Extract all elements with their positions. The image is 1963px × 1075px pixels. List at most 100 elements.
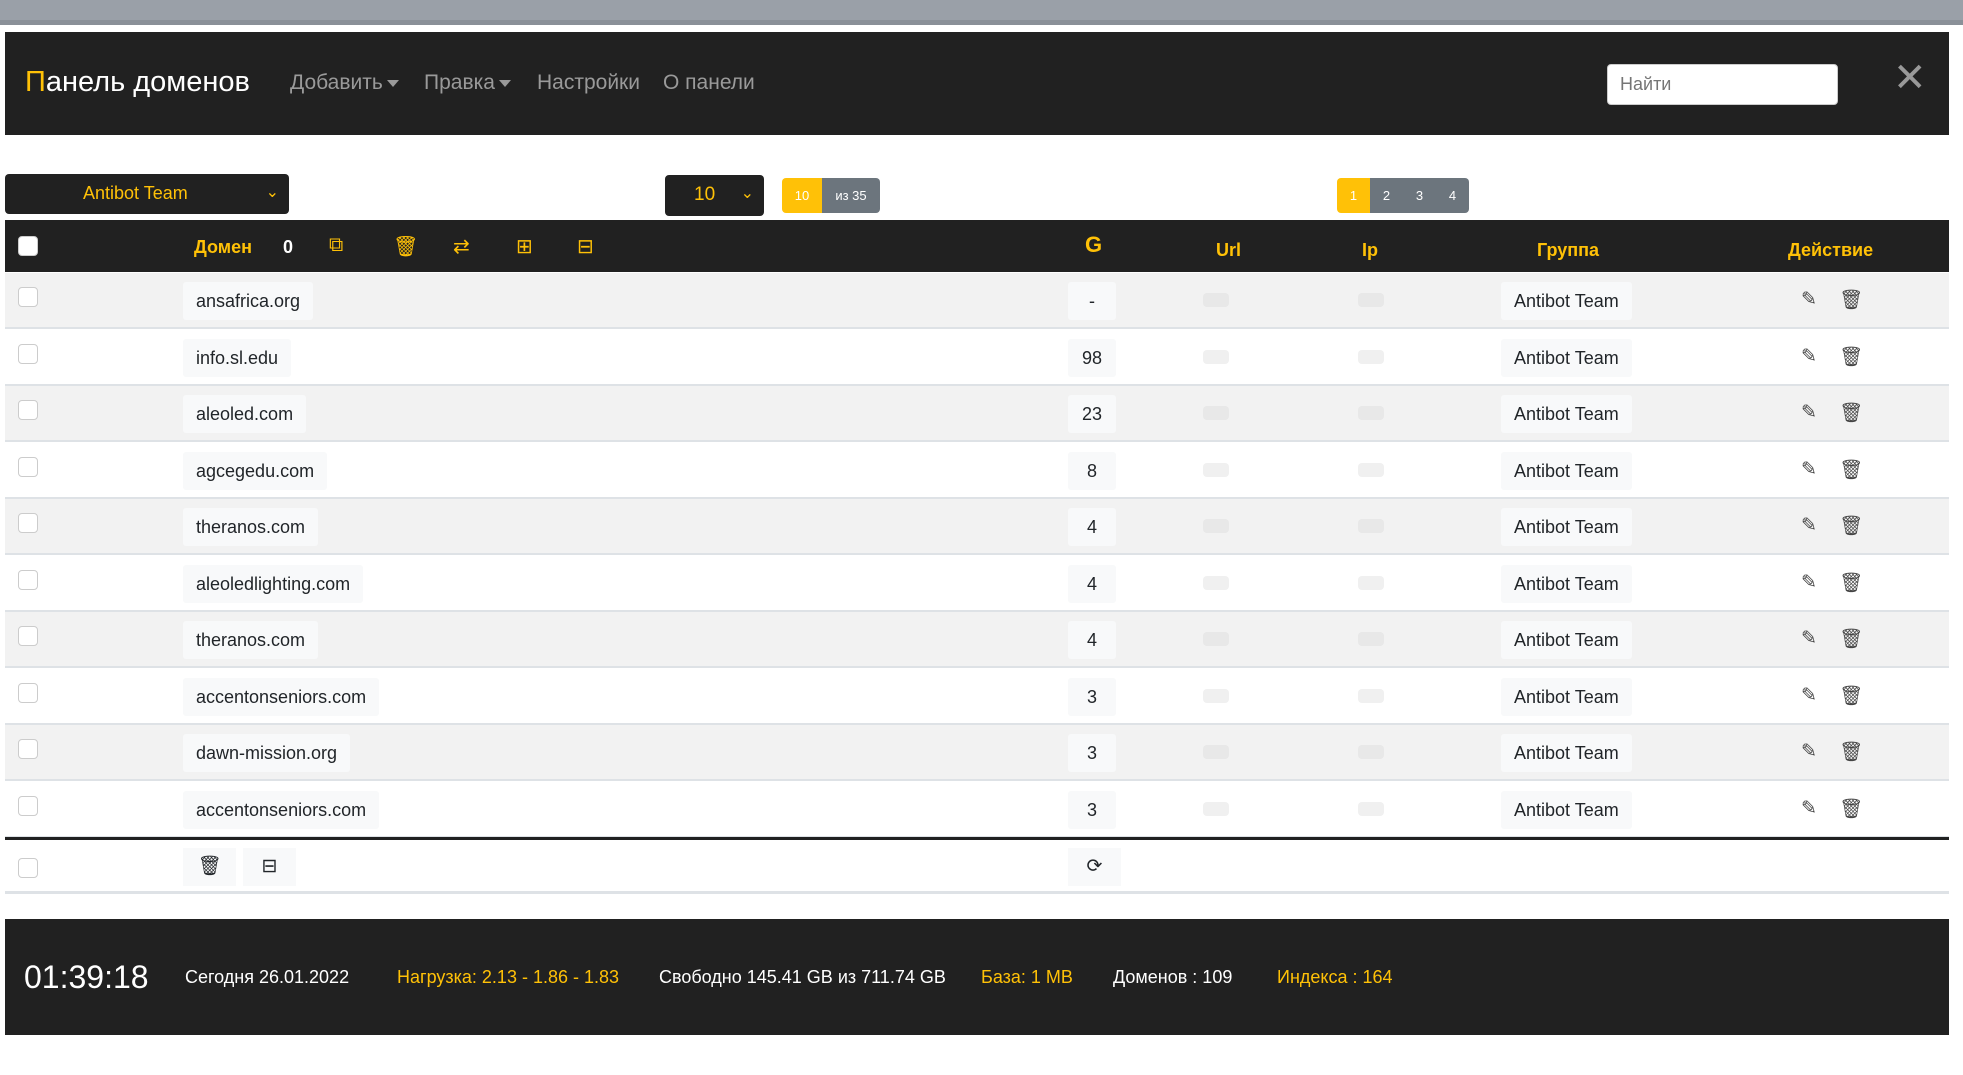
selected-count: 0	[283, 237, 294, 257]
ip-status	[1358, 575, 1384, 590]
edit-icon[interactable]: ✎	[1801, 627, 1817, 650]
search-input[interactable]	[1607, 64, 1838, 105]
trash-icon[interactable]: 🗑	[1839, 401, 1863, 425]
total-count-badge: из 35	[822, 178, 880, 213]
minus-square-icon[interactable]: ⊟	[577, 234, 594, 259]
url-status	[1203, 462, 1229, 477]
page-3[interactable]: 3	[1403, 178, 1436, 213]
trash-icon[interactable]: 🗑	[393, 234, 418, 259]
trash-icon[interactable]: 🗑	[1839, 345, 1863, 369]
row-checkbox[interactable]	[18, 400, 38, 420]
edit-icon[interactable]: ✎	[1801, 458, 1817, 481]
g-value: 23	[1068, 395, 1116, 433]
edit-icon[interactable]: ✎	[1801, 684, 1817, 707]
table-footer: 🗑 ⊟ ⟳	[5, 837, 1949, 894]
copy-icon[interactable]: ⧉	[329, 234, 343, 257]
domain-cell[interactable]: theranos.com	[183, 508, 319, 546]
trash-icon[interactable]: 🗑	[1839, 514, 1863, 538]
url-status	[1203, 745, 1229, 759]
menu-about[interactable]: О панели	[663, 71, 755, 95]
row-checkbox[interactable]	[18, 456, 38, 477]
group-cell: Antibot Team	[1501, 564, 1632, 603]
trash-icon[interactable]: 🗑	[1839, 684, 1863, 708]
brand-title[interactable]: Панель доменов	[25, 66, 250, 99]
menu-settings[interactable]: Настройки	[537, 71, 640, 95]
trash-icon[interactable]: 🗑	[1839, 458, 1863, 482]
g-value: 8	[1068, 451, 1116, 490]
domain-cell[interactable]: theranos.com	[183, 621, 319, 659]
group-select[interactable]: Antibot Team ⌄	[5, 174, 289, 214]
select-all-checkbox[interactable]	[18, 236, 38, 256]
header-g[interactable]: G	[1085, 232, 1102, 258]
navbar: Панель доменов Добавить Правка Настройки…	[5, 32, 1949, 135]
url-status	[1203, 349, 1229, 364]
domain-cell[interactable]: dawn-mission.org	[183, 734, 351, 772]
g-value: -	[1068, 282, 1116, 320]
url-status	[1203, 688, 1229, 703]
group-cell: Antibot Team	[1501, 790, 1632, 829]
db-size: База: 1 MB	[981, 967, 1073, 987]
row-checkbox[interactable]	[18, 513, 38, 533]
table-row: dawn-mission.org 3 Antibot Team ✎ 🗑	[5, 725, 1949, 781]
page-4[interactable]: 4	[1436, 178, 1469, 213]
domain-cell[interactable]: accentonseniors.com	[183, 790, 380, 829]
row-checkbox[interactable]	[18, 287, 38, 307]
domain-cell[interactable]: ansafrica.org	[183, 282, 314, 320]
edit-icon[interactable]: ✎	[1801, 288, 1817, 311]
row-checkbox[interactable]	[18, 626, 38, 646]
menu-label: Правка	[424, 71, 495, 94]
collapse-button[interactable]: ⊟	[243, 848, 296, 886]
ip-status	[1358, 349, 1384, 364]
row-checkbox[interactable]	[18, 569, 38, 590]
menu-edit[interactable]: Правка	[424, 71, 511, 95]
edit-icon[interactable]: ✎	[1801, 514, 1817, 537]
refresh-button[interactable]: ⟳	[1068, 848, 1121, 886]
trash-icon[interactable]: 🗑	[1839, 797, 1863, 821]
close-icon[interactable]: ✕	[1893, 58, 1927, 98]
swap-icon[interactable]: ⇄	[453, 234, 470, 259]
edit-icon[interactable]: ✎	[1801, 740, 1817, 763]
g-value: 3	[1068, 734, 1116, 772]
table-row: accentonseniors.com 3 Antibot Team ✎ 🗑	[5, 782, 1949, 838]
row-checkbox[interactable]	[18, 795, 38, 816]
trash-icon[interactable]: 🗑	[1839, 627, 1863, 651]
header-action: Действие	[1788, 240, 1874, 260]
group-cell: Antibot Team	[1501, 282, 1632, 320]
delete-selected-button[interactable]: 🗑	[183, 848, 236, 886]
header-group[interactable]: Группа	[1537, 240, 1599, 261]
edit-icon[interactable]: ✎	[1801, 797, 1817, 820]
page-1[interactable]: 1	[1337, 178, 1370, 213]
load: Нагрузка: 2.13 - 1.86 - 1.83	[397, 967, 620, 987]
page-2[interactable]: 2	[1370, 178, 1403, 213]
footer-select-checkbox[interactable]	[18, 858, 38, 878]
g-value: 4	[1068, 564, 1116, 603]
trash-icon[interactable]: 🗑	[1839, 571, 1863, 595]
domain-cell[interactable]: aleoledlighting.com	[183, 564, 364, 603]
row-checkbox[interactable]	[18, 682, 38, 703]
url-status	[1203, 575, 1229, 590]
plus-square-icon[interactable]: ⊞	[516, 234, 533, 259]
edit-icon[interactable]: ✎	[1801, 571, 1817, 594]
minus-square-icon: ⊟	[261, 856, 278, 877]
row-checkbox[interactable]	[18, 343, 38, 364]
trash-icon[interactable]: 🗑	[1839, 288, 1863, 312]
domain-cell[interactable]: accentonseniors.com	[183, 677, 380, 716]
header-domain[interactable]: Домен	[194, 237, 252, 258]
status-bar: 01:39:18 Сегодня 26.01.2022 Нагрузка: 2.…	[5, 919, 1949, 1035]
trash-icon: 🗑	[197, 856, 222, 877]
row-checkbox[interactable]	[18, 739, 38, 759]
brand-rest: анель доменов	[45, 66, 250, 98]
table-row: accentonseniors.com 3 Antibot Team ✎ 🗑	[5, 669, 1949, 725]
menu-add[interactable]: Добавить	[290, 71, 399, 95]
group-cell: Antibot Team	[1501, 508, 1632, 546]
edit-icon[interactable]: ✎	[1801, 401, 1817, 424]
edit-icon[interactable]: ✎	[1801, 345, 1817, 368]
trash-icon[interactable]: 🗑	[1839, 740, 1863, 764]
header-url[interactable]: Url	[1216, 240, 1241, 261]
domain-cell[interactable]: agcegedu.com	[183, 451, 328, 490]
menu-label: Добавить	[290, 71, 383, 94]
domain-cell[interactable]: aleoled.com	[183, 395, 307, 433]
header-ip[interactable]: Ip	[1362, 240, 1378, 261]
per-page-select[interactable]: 10 ⌄	[665, 175, 764, 216]
domain-cell[interactable]: info.sl.edu	[183, 338, 292, 377]
